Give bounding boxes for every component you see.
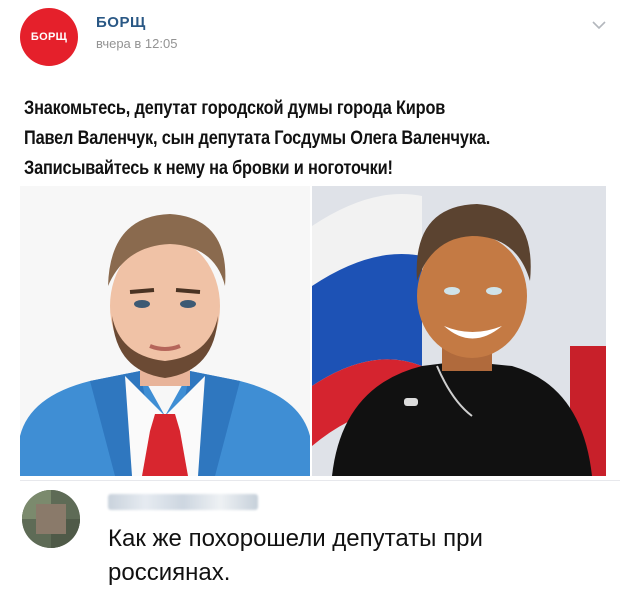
comment-text: Как же похорошели депутаты при россиянах…	[108, 522, 608, 590]
commenter-name-blurred[interactable]	[108, 494, 258, 510]
selfie-illustration	[312, 186, 606, 476]
comment-text-line: Как же похорошели депутаты при	[108, 525, 483, 552]
post-author-name[interactable]: БОРЩ	[96, 14, 146, 31]
post-header: БОРЩ БОРЩ вчера в 12:05	[0, 0, 640, 80]
post-text-line: Записывайтесь к нему на бровки и ноготоч…	[24, 158, 393, 179]
pixelated-avatar-image	[22, 490, 80, 548]
comment-divider	[20, 480, 620, 481]
post-photo-right[interactable]	[312, 186, 606, 476]
post-timestamp[interactable]: вчера в 12:05	[96, 36, 177, 51]
post-text: Знакомьтесь, депутат городской думы горо…	[24, 94, 626, 184]
commenter-avatar[interactable]	[22, 490, 80, 548]
post-text-line: Павел Валенчук, сын депутата Госдумы Оле…	[24, 128, 491, 149]
group-avatar-text: БОРЩ	[30, 31, 68, 43]
comment-text-line: россиянах.	[108, 559, 231, 586]
chevron-down-icon[interactable]	[590, 18, 608, 32]
post-photos	[20, 186, 606, 476]
post-photo-left[interactable]	[20, 186, 310, 476]
post-text-line: Знакомьтесь, депутат городской думы горо…	[24, 98, 446, 119]
portrait-illustration	[20, 186, 310, 476]
group-avatar[interactable]: БОРЩ	[20, 8, 78, 66]
